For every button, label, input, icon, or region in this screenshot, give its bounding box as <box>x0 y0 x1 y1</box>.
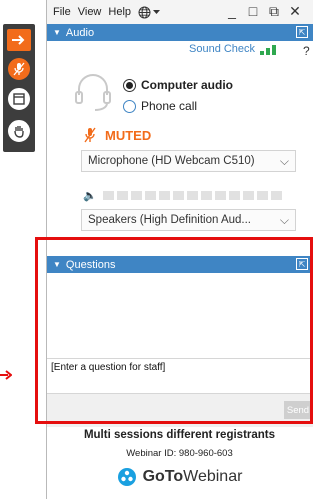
mic-muted-icon <box>84 127 96 143</box>
collapse-triangle-icon: ▼ <box>53 260 61 269</box>
webinar-id: Webinar ID: 980-960-603 <box>126 448 233 459</box>
chevron-down-icon: ⌵ <box>279 213 289 227</box>
phone-call-option[interactable]: Phone call <box>123 99 197 113</box>
mute-toggle[interactable]: MUTED <box>83 127 151 143</box>
menu-bar: File View Help _ □ ⧉ ✕ <box>47 0 313 24</box>
speakers-select[interactable]: Speakers (High Definition Aud... ⌵ <box>81 209 296 231</box>
audio-header[interactable]: ▼ Audio ⇱ <box>47 24 313 41</box>
sound-check-link[interactable]: Sound Check <box>189 43 255 55</box>
window-controls: _ □ ⧉ ✕ <box>225 3 309 20</box>
microphone-select[interactable]: Microphone (HD Webcam C510) ⌵ <box>81 150 296 172</box>
questions-footer: Send <box>47 394 313 427</box>
questions-log <box>47 273 313 359</box>
restore-icon[interactable]: □ <box>246 3 260 20</box>
audio-panel: Sound Check ? Computer audio Phone call … <box>47 41 313 239</box>
session-info: Multi sessions different registrants Web… <box>46 426 313 487</box>
popout-icon[interactable]: ⧉ <box>267 3 281 20</box>
computer-audio-radio[interactable] <box>123 78 136 92</box>
hand-icon <box>8 120 30 142</box>
phone-call-radio[interactable] <box>123 99 136 113</box>
computer-audio-label: Computer audio <box>141 78 233 92</box>
speaker-level-meter: 🔈 <box>83 189 285 202</box>
question-input[interactable]: [Enter a question for staff] <box>47 359 313 394</box>
collapse-triangle-icon: ▼ <box>53 28 61 37</box>
raise-hand-button[interactable] <box>7 120 31 142</box>
session-title: Multi sessions different registrants <box>83 429 276 441</box>
control-panel: File View Help _ □ ⧉ ✕ ▼ Audio ⇱ Sound C… <box>46 0 313 499</box>
questions-title: Questions <box>65 258 116 271</box>
muted-label: MUTED <box>105 127 152 143</box>
brand-webinar: Webinar <box>183 468 243 485</box>
headset-icon <box>73 71 113 118</box>
language-globe-icon[interactable] <box>138 6 161 19</box>
popout-panel-icon[interactable]: ⇱ <box>296 26 308 38</box>
screen-icon <box>8 88 30 110</box>
computer-audio-option[interactable]: Computer audio <box>123 78 233 92</box>
brand-goto: GoTo <box>142 468 184 485</box>
grab-tab-toolbar <box>3 24 35 152</box>
speaker-icon: 🔈 <box>83 190 97 202</box>
microphone-value: Microphone (HD Webcam C510) <box>88 155 255 167</box>
menu-view[interactable]: View <box>78 6 102 18</box>
menu-help[interactable]: Help <box>108 6 131 18</box>
mic-muted-icon <box>8 58 30 80</box>
chevron-down-icon: ⌵ <box>279 154 289 168</box>
speakers-value: Speakers (High Definition Aud... <box>88 214 252 226</box>
phone-call-label: Phone call <box>141 99 198 113</box>
menu-file[interactable]: File <box>53 6 71 18</box>
questions-header[interactable]: ▼ Questions ⇱ <box>47 256 313 273</box>
audio-title: Audio <box>65 26 95 39</box>
gotowebinar-logo: GoTo Webinar <box>46 467 313 487</box>
gotowebinar-logo-icon <box>117 468 136 486</box>
popout-panel-icon[interactable]: ⇱ <box>296 258 308 270</box>
close-icon[interactable]: ✕ <box>288 3 302 20</box>
minimize-icon[interactable]: _ <box>225 3 239 20</box>
help-icon[interactable]: ? <box>303 44 310 58</box>
signal-bars-icon <box>260 45 276 55</box>
screen-viewer-button[interactable] <box>7 88 31 110</box>
send-button[interactable]: Send <box>284 401 312 419</box>
collapse-arrow-icon[interactable] <box>7 29 31 51</box>
mic-muted-button[interactable] <box>7 58 31 80</box>
pointer-arrow-icon <box>0 370 12 380</box>
